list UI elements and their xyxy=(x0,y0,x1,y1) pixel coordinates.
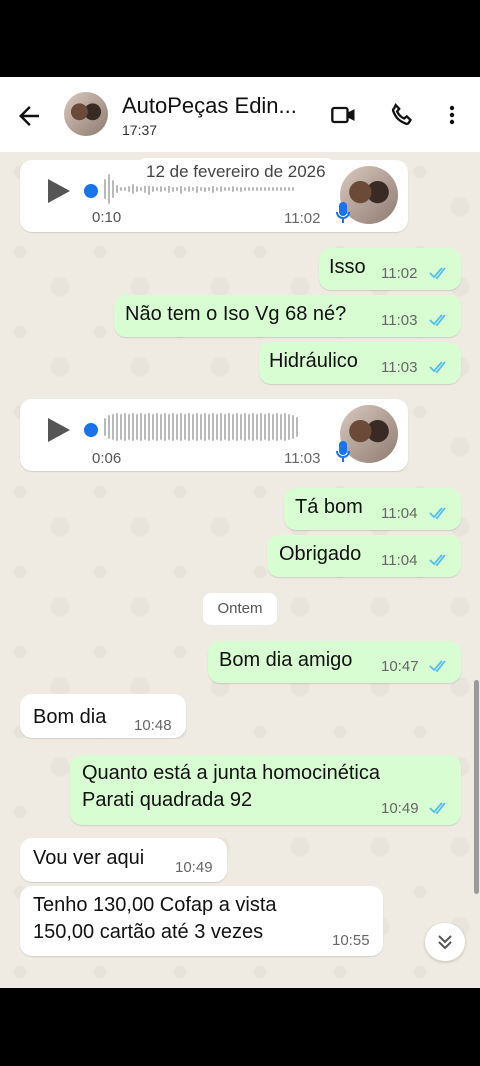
incoming-message[interactable]: Vou ver aqui 10:49 xyxy=(20,838,227,882)
audio-duration: 0:10 xyxy=(92,209,122,226)
outgoing-message[interactable]: Quanto está a junta homocinética Parati … xyxy=(70,755,461,825)
message-time: 11:03 xyxy=(381,359,418,376)
read-ticks-icon xyxy=(429,554,446,567)
read-ticks-icon xyxy=(429,314,446,327)
message-time: 10:55 xyxy=(332,932,370,949)
outgoing-message[interactable]: Não tem o Iso Vg 68 né? 11:03 xyxy=(114,295,461,337)
status-bar xyxy=(0,0,480,77)
read-ticks-icon xyxy=(429,361,446,374)
back-arrow-icon[interactable] xyxy=(14,101,44,131)
message-time: 11:04 xyxy=(381,552,418,569)
read-ticks-icon xyxy=(429,660,446,673)
read-ticks-icon xyxy=(429,267,446,280)
message-text: Tenho 130,00 Cofap a vista xyxy=(33,894,277,916)
read-ticks-icon xyxy=(429,802,446,815)
message-time: 10:49 xyxy=(381,800,419,817)
message-text: Hidráulico xyxy=(269,350,358,372)
mic-icon xyxy=(336,202,350,223)
message-text: Tá bom xyxy=(295,496,363,518)
audio-duration: 0:06 xyxy=(92,450,122,467)
mic-icon xyxy=(336,441,350,462)
chat-area[interactable]: 0:10 11:02 12 de fevereiro de 2026 Isso … xyxy=(0,152,480,988)
navigation-bar xyxy=(0,988,480,1066)
read-ticks-icon xyxy=(429,507,446,520)
message-text: Bom dia xyxy=(33,706,107,728)
outgoing-message[interactable]: Tá bom 11:04 xyxy=(284,488,461,530)
outgoing-message[interactable]: Hidráulico 11:03 xyxy=(259,342,461,384)
outgoing-message[interactable]: Obrigado 11:04 xyxy=(267,535,461,577)
message-text: Parati quadrada 92 xyxy=(82,789,253,811)
progress-dot[interactable] xyxy=(84,184,98,198)
message-text: Quanto está a junta homocinética xyxy=(82,762,380,784)
phone-icon[interactable] xyxy=(388,101,416,129)
progress-dot[interactable] xyxy=(84,423,98,437)
voice-message[interactable]: 0:06 11:03 xyxy=(20,399,408,471)
last-seen: 17:37 xyxy=(122,122,158,138)
waveform[interactable] xyxy=(104,413,300,447)
date-chip: 12 de fevereiro de 2026 xyxy=(138,158,334,186)
message-time: 10:49 xyxy=(175,859,213,876)
scroll-to-bottom-button[interactable] xyxy=(425,923,465,961)
video-call-icon[interactable] xyxy=(330,101,358,129)
avatar[interactable] xyxy=(64,92,108,136)
outgoing-message[interactable]: Isso 11:02 xyxy=(319,248,461,290)
message-text: Bom dia amigo xyxy=(219,649,353,671)
message-text: Obrigado xyxy=(279,543,362,565)
message-time: 11:03 xyxy=(284,450,321,467)
message-time: 11:02 xyxy=(284,210,321,227)
day-separator: Ontem xyxy=(203,593,277,625)
message-text: 150,00 cartão até 3 vezes xyxy=(33,921,264,943)
message-time: 11:03 xyxy=(381,312,418,329)
message-time: 10:47 xyxy=(381,658,419,675)
chat-header: AutoPeças Edin... 17:37 xyxy=(0,77,480,152)
play-icon[interactable] xyxy=(48,179,70,203)
message-time: 11:04 xyxy=(381,505,418,522)
double-chevron-down-icon xyxy=(438,935,452,950)
message-time: 11:02 xyxy=(381,265,418,282)
incoming-message[interactable]: Tenho 130,00 Cofap a vista 150,00 cartão… xyxy=(20,886,383,956)
message-time: 10:48 xyxy=(134,717,172,734)
message-text: Isso xyxy=(329,256,366,278)
message-text: Vou ver aqui xyxy=(33,847,145,869)
message-text: Não tem o Iso Vg 68 né? xyxy=(125,303,347,325)
contact-name[interactable]: AutoPeças Edin... xyxy=(122,93,318,119)
outgoing-message[interactable]: Bom dia amigo 10:47 xyxy=(208,641,461,683)
more-vert-icon[interactable] xyxy=(440,101,464,129)
scrollbar[interactable] xyxy=(474,680,479,894)
play-icon[interactable] xyxy=(48,418,70,442)
incoming-message[interactable]: Bom dia 10:48 xyxy=(20,694,186,738)
